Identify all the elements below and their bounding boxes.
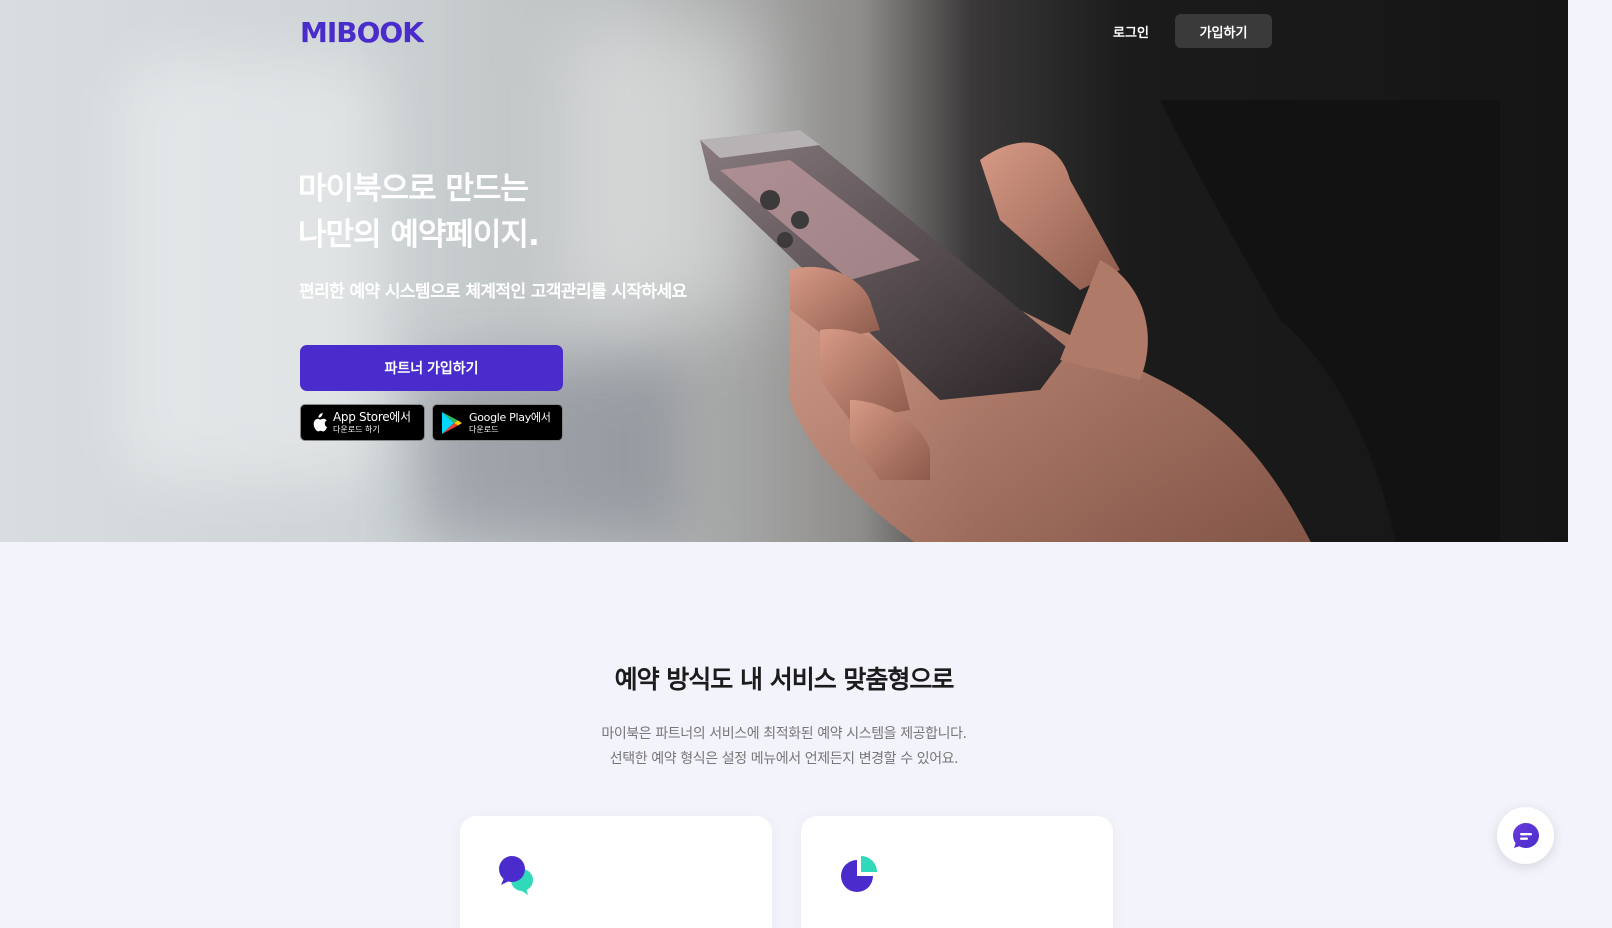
section-description: 마이북은 파트너의 서비스에 최적화된 예약 시스템을 제공합니다. 선택한 예… xyxy=(0,722,1568,772)
chat-widget-button[interactable] xyxy=(1497,807,1554,864)
hero-title-line1: 마이북으로 만드는 xyxy=(298,171,529,207)
partner-signup-button[interactable]: 파트너 가입하기 xyxy=(300,345,563,391)
mibook-logo[interactable]: MIBOOK xyxy=(300,16,424,48)
signup-button[interactable]: 가입하기 xyxy=(1175,14,1272,48)
chat-bubbles-icon xyxy=(499,856,533,895)
app-store-main-label: App Store에서 xyxy=(333,410,411,424)
section-title: 예약 방식도 내 서비스 맞춤형으로 xyxy=(614,665,955,694)
pie-chart-icon xyxy=(841,856,877,892)
hand-holding-phone-image xyxy=(700,100,1500,542)
booking-type-card-chart[interactable] xyxy=(801,816,1113,928)
apple-icon xyxy=(313,412,327,431)
scrollbar[interactable] xyxy=(1568,0,1612,928)
app-store-small-label: 다운로드 하기 xyxy=(333,425,380,434)
hero-title-line2: 나만의 예약페이지. xyxy=(298,217,540,253)
section-desc-line1: 마이북은 파트너의 서비스에 최적화된 예약 시스템을 제공합니다. xyxy=(601,726,967,742)
hero-banner: MIBOOK 로그인 가입하기 마이북으로 만드는 나만의 예약페이지. 편리한… xyxy=(0,0,1568,542)
section-desc-line2: 선택한 예약 형식은 설정 메뉴에서 언제든지 변경할 수 있어요. xyxy=(609,751,959,767)
google-play-button[interactable]: Google Play에서 다운로드 xyxy=(432,404,563,441)
google-play-small-label: 다운로드 xyxy=(469,424,499,434)
login-button[interactable]: 로그인 xyxy=(1096,14,1166,48)
logo-text: MIBOOK xyxy=(300,16,424,48)
google-play-icon xyxy=(442,411,462,434)
hero-subtitle: 편리한 예약 시스템으로 체계적인 고객관리를 시작하세요 xyxy=(299,282,687,302)
hero-title: 마이북으로 만드는 나만의 예약페이지. xyxy=(298,166,540,258)
chat-icon xyxy=(1512,822,1539,848)
app-store-button[interactable]: App Store에서 다운로드 하기 xyxy=(300,404,425,441)
booking-type-card-chat[interactable] xyxy=(460,816,772,928)
google-play-main-label: Google Play에서 xyxy=(469,410,551,424)
